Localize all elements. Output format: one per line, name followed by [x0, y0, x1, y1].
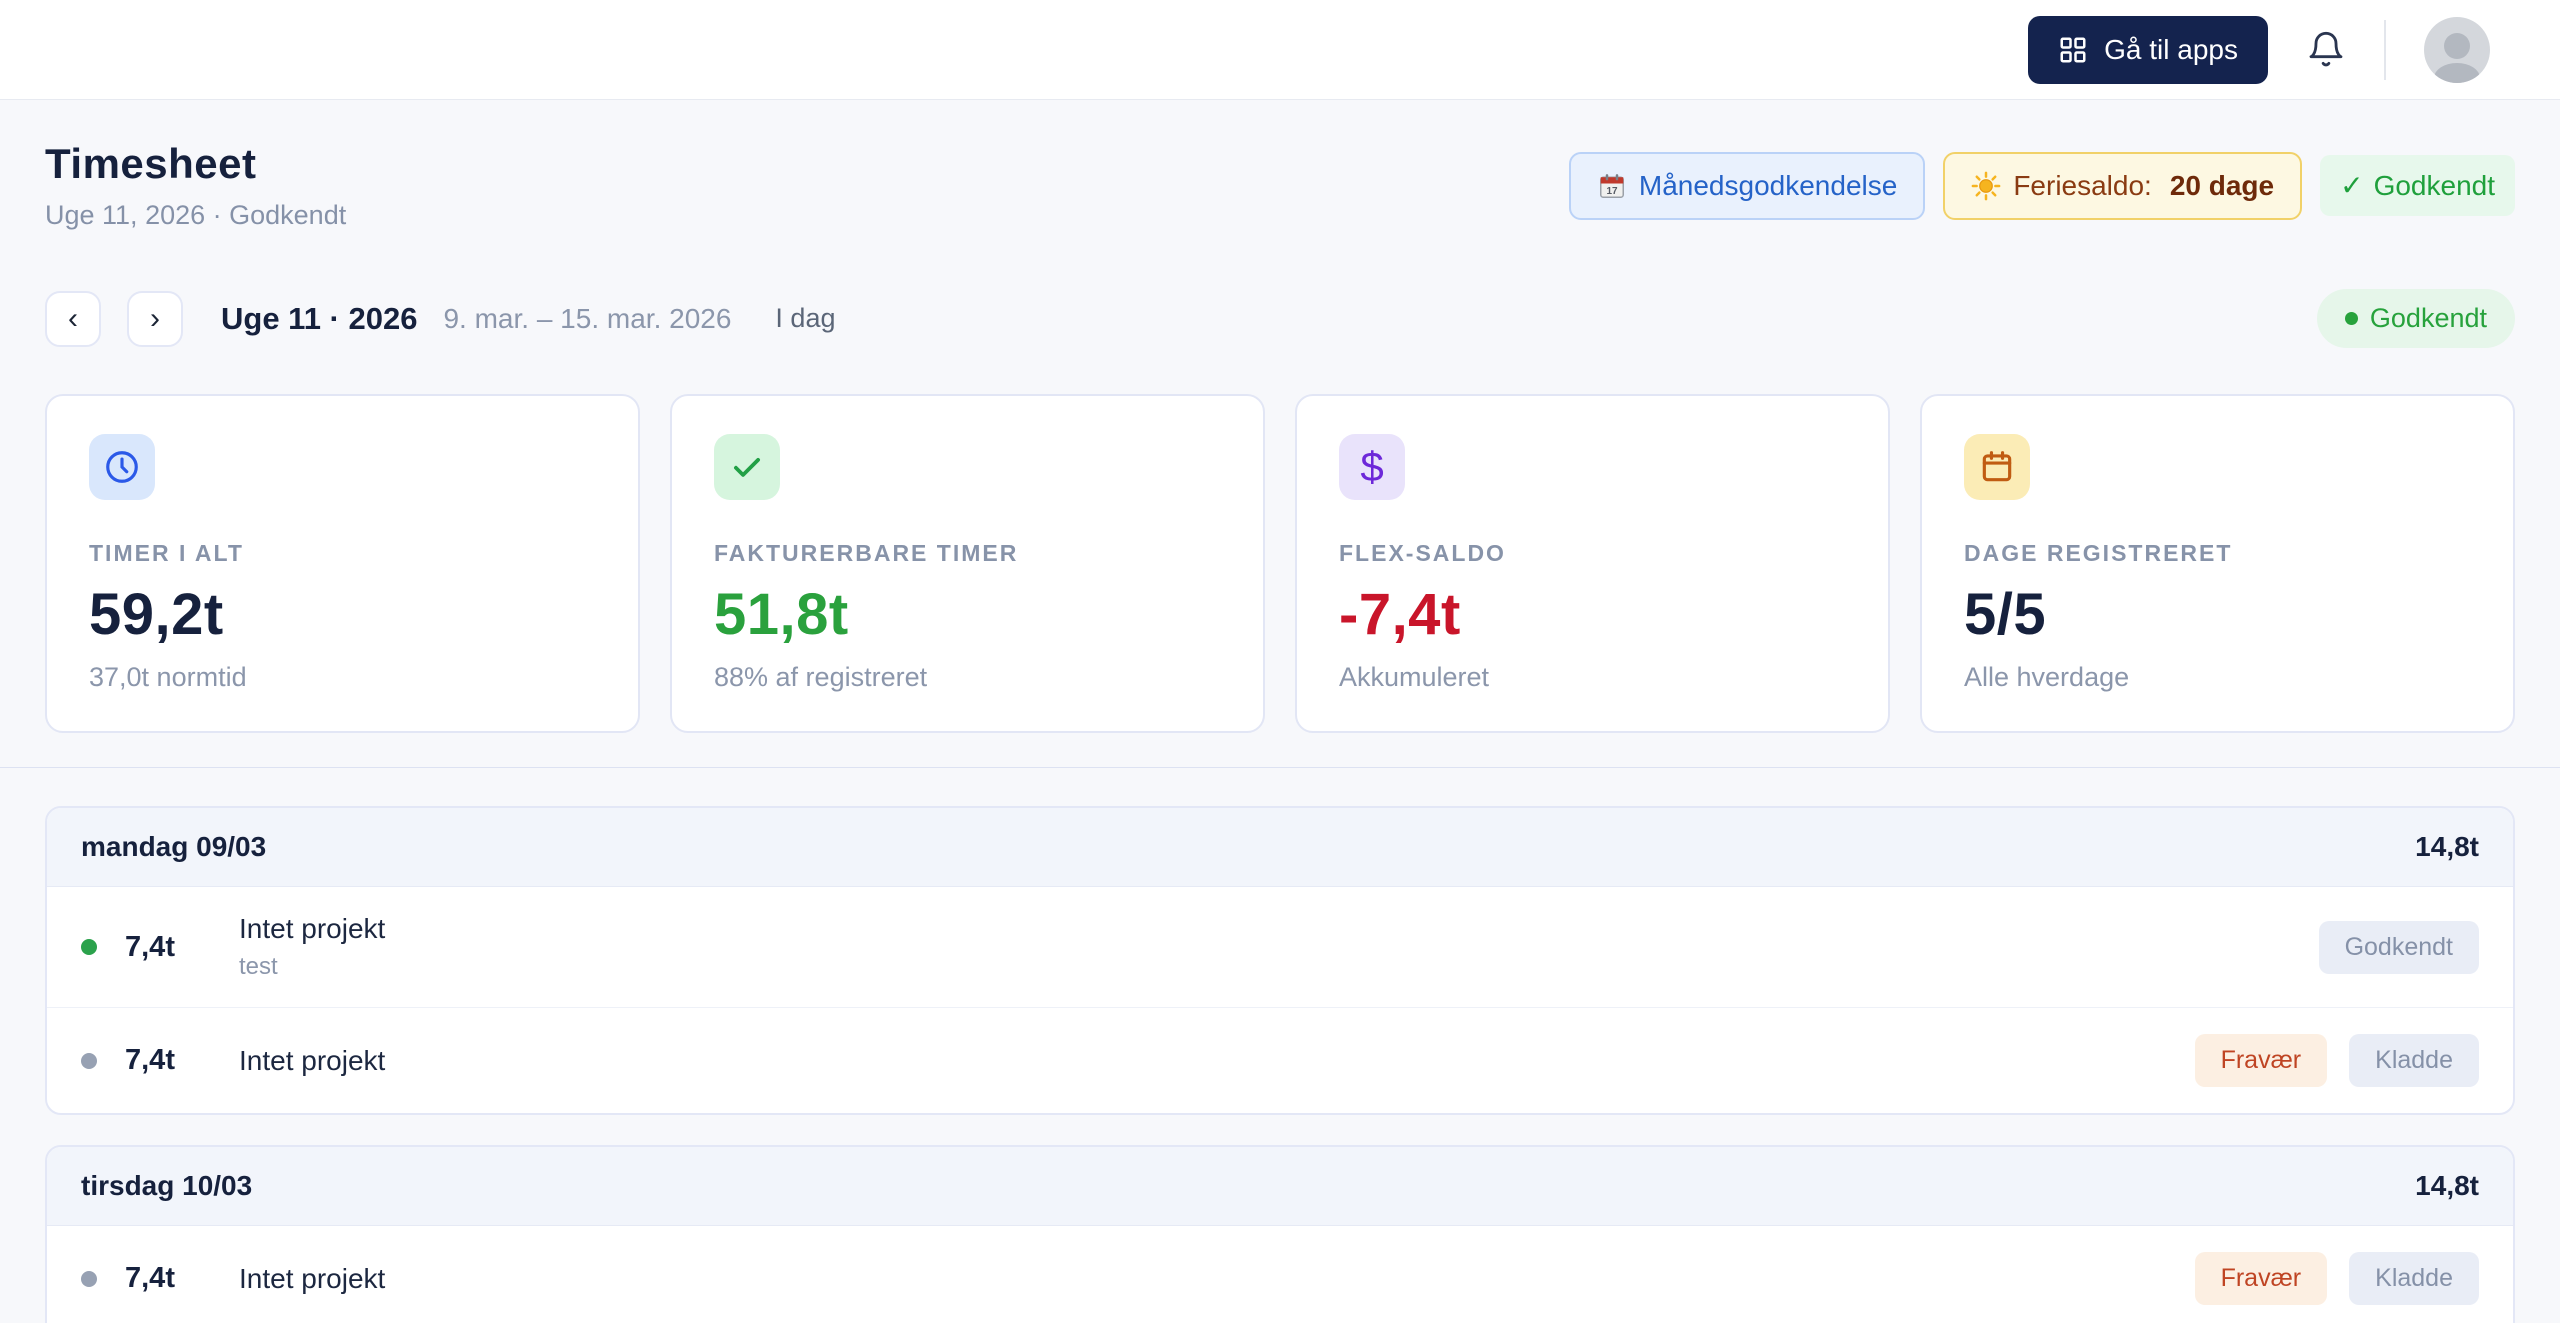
go-to-apps-button[interactable]: Gå til apps	[2028, 15, 2268, 84]
entry-status-badge: Fravær	[2194, 1034, 2328, 1087]
stat-subtext: Alle hverdage	[1964, 662, 2130, 692]
notifications-bell-icon[interactable]	[2306, 30, 2346, 70]
entry-hours: 7,4t	[125, 1044, 175, 1076]
section-divider	[0, 767, 2560, 768]
calendar-icon	[1964, 434, 2030, 500]
week-status-badge: Godkendt	[2316, 289, 2515, 348]
apps-grid-icon	[2058, 35, 2088, 65]
stat-label: DAGE REGISTRERET	[1964, 540, 2233, 566]
today-button[interactable]: I dag	[775, 303, 835, 334]
day-name: mandag 09/03	[81, 831, 267, 862]
stat-value: 5/5	[1964, 582, 2047, 647]
stat-label: TIMER I ALT	[89, 540, 244, 566]
stat-value: 59,2t	[89, 582, 224, 647]
stat-label: FLEX-SALDO	[1339, 540, 1506, 566]
day-entries: 7,4t Intet projekt test Godkendt 7,4t In…	[47, 887, 2513, 1113]
month-approval-button[interactable]: 17 Månedsgodkendelse	[1568, 151, 1926, 220]
stat-value: 51,8t	[714, 582, 849, 647]
status-dot-icon	[2344, 312, 2358, 325]
week-navigation: ‹ › Uge 11 · 2026 9. mar. – 15. mar. 202…	[45, 289, 2515, 348]
holiday-balance-label: Feriesaldo:	[2013, 169, 2152, 201]
approved-status-badge: ✓ Godkendt	[2320, 155, 2515, 216]
month-approval-label: Månedsgodkendelse	[1638, 169, 1898, 201]
page-subtitle: Uge 11, 2026 · Godkendt	[45, 200, 347, 230]
day-card: tirsdag 10/03 14,8t 7,4t Intet projekt F…	[45, 1145, 2515, 1323]
sun-icon	[1971, 171, 2001, 201]
entry-hours: 7,4t	[125, 1262, 175, 1294]
entry-hours: 7,4t	[125, 930, 175, 963]
entry-status-badge: Kladde	[2349, 1252, 2479, 1305]
user-avatar[interactable]	[2424, 16, 2490, 83]
entry-project-name: Intet projekt	[239, 1262, 386, 1294]
day-total-hours: 14,8t	[2415, 1170, 2479, 1201]
entry-note: test	[239, 953, 278, 980]
calendar-emoji-icon: 17	[1597, 171, 1627, 201]
stat-subtext: 37,0t normtid	[89, 662, 247, 692]
time-entry-row[interactable]: 7,4t Intet projekt Fravær Kladde	[47, 1226, 2513, 1323]
day-name: tirsdag 10/03	[81, 1170, 253, 1201]
day-list: mandag 09/03 14,8t 7,4t Intet projekt te…	[45, 806, 2515, 1323]
entry-status-badge: Kladde	[2349, 1034, 2479, 1087]
entry-status-dot-icon	[81, 1270, 97, 1287]
holiday-balance-badge: Feriesaldo: 20 dage	[1943, 151, 2303, 220]
week-status-label: Godkendt	[2369, 303, 2487, 333]
stat-card-total-hours: TIMER I ALT 59,2t 37,0t normtid	[45, 394, 640, 733]
stat-label: FAKTURERBARE TIMER	[714, 540, 1019, 566]
entry-project-name: Intet projekt	[239, 1044, 386, 1076]
stat-card-billable-hours: FAKTURERBARE TIMER 51,8t 88% af registre…	[670, 394, 1265, 733]
clock-icon	[89, 434, 155, 500]
entry-badges: Fravær Kladde	[2194, 1034, 2479, 1087]
day-total-hours: 14,8t	[2415, 831, 2479, 862]
day-card: mandag 09/03 14,8t 7,4t Intet projekt te…	[45, 806, 2515, 1115]
stat-value: -7,4t	[1339, 582, 1461, 647]
entry-badges: Godkendt	[2318, 920, 2479, 974]
previous-week-button[interactable]: ‹	[45, 290, 101, 347]
day-header: tirsdag 10/03 14,8t	[47, 1147, 2513, 1226]
day-entries: 7,4t Intet projekt Fravær Kladde 7,4t Int…	[47, 1226, 2513, 1323]
entry-status-dot-icon	[81, 1052, 97, 1069]
apps-button-label: Gå til apps	[2104, 33, 2238, 65]
week-date-range: 9. mar. – 15. mar. 2026	[443, 302, 732, 334]
page-header: Timesheet Uge 11, 2026 · Godkendt 17 Mån…	[45, 140, 2515, 231]
dollar-icon: $	[1339, 434, 1405, 500]
stat-subtext: Akkumuleret	[1339, 662, 1490, 692]
time-entry-row[interactable]: 7,4t Intet projekt test Godkendt	[47, 887, 2513, 1007]
time-entry-row[interactable]: 7,4t Intet projekt Fravær Kladde	[47, 1007, 2513, 1113]
check-icon: ✓	[2340, 170, 2364, 201]
week-title: Uge 11 · 2026	[221, 300, 418, 336]
next-week-button[interactable]: ›	[127, 290, 183, 347]
stat-subtext: 88% af registreret	[714, 662, 928, 692]
topbar-divider	[2384, 19, 2386, 80]
holiday-balance-value: 20 dage	[2169, 169, 2275, 201]
entry-status-dot-icon	[81, 939, 97, 955]
entry-badges: Fravær Kladde	[2194, 1252, 2479, 1305]
day-header: mandag 09/03 14,8t	[47, 808, 2513, 887]
stat-card-flex-balance: $ FLEX-SALDO -7,4t Akkumuleret	[1295, 394, 1890, 733]
topbar: Gå til apps	[0, 0, 2560, 100]
stat-card-days-registered: DAGE REGISTRERET 5/5 Alle hverdage	[1920, 394, 2515, 733]
svg-text:17: 17	[1606, 186, 1618, 197]
entry-status-badge: Fravær	[2194, 1252, 2328, 1305]
check-icon	[714, 434, 780, 500]
entry-project-name: Intet projekt	[239, 913, 386, 944]
stats-row: TIMER I ALT 59,2t 37,0t normtid FAKTURER…	[45, 394, 2515, 733]
entry-status-badge: Godkendt	[2318, 920, 2479, 974]
approved-status-label: Godkendt	[2373, 169, 2495, 201]
page-title: Timesheet	[45, 140, 257, 187]
